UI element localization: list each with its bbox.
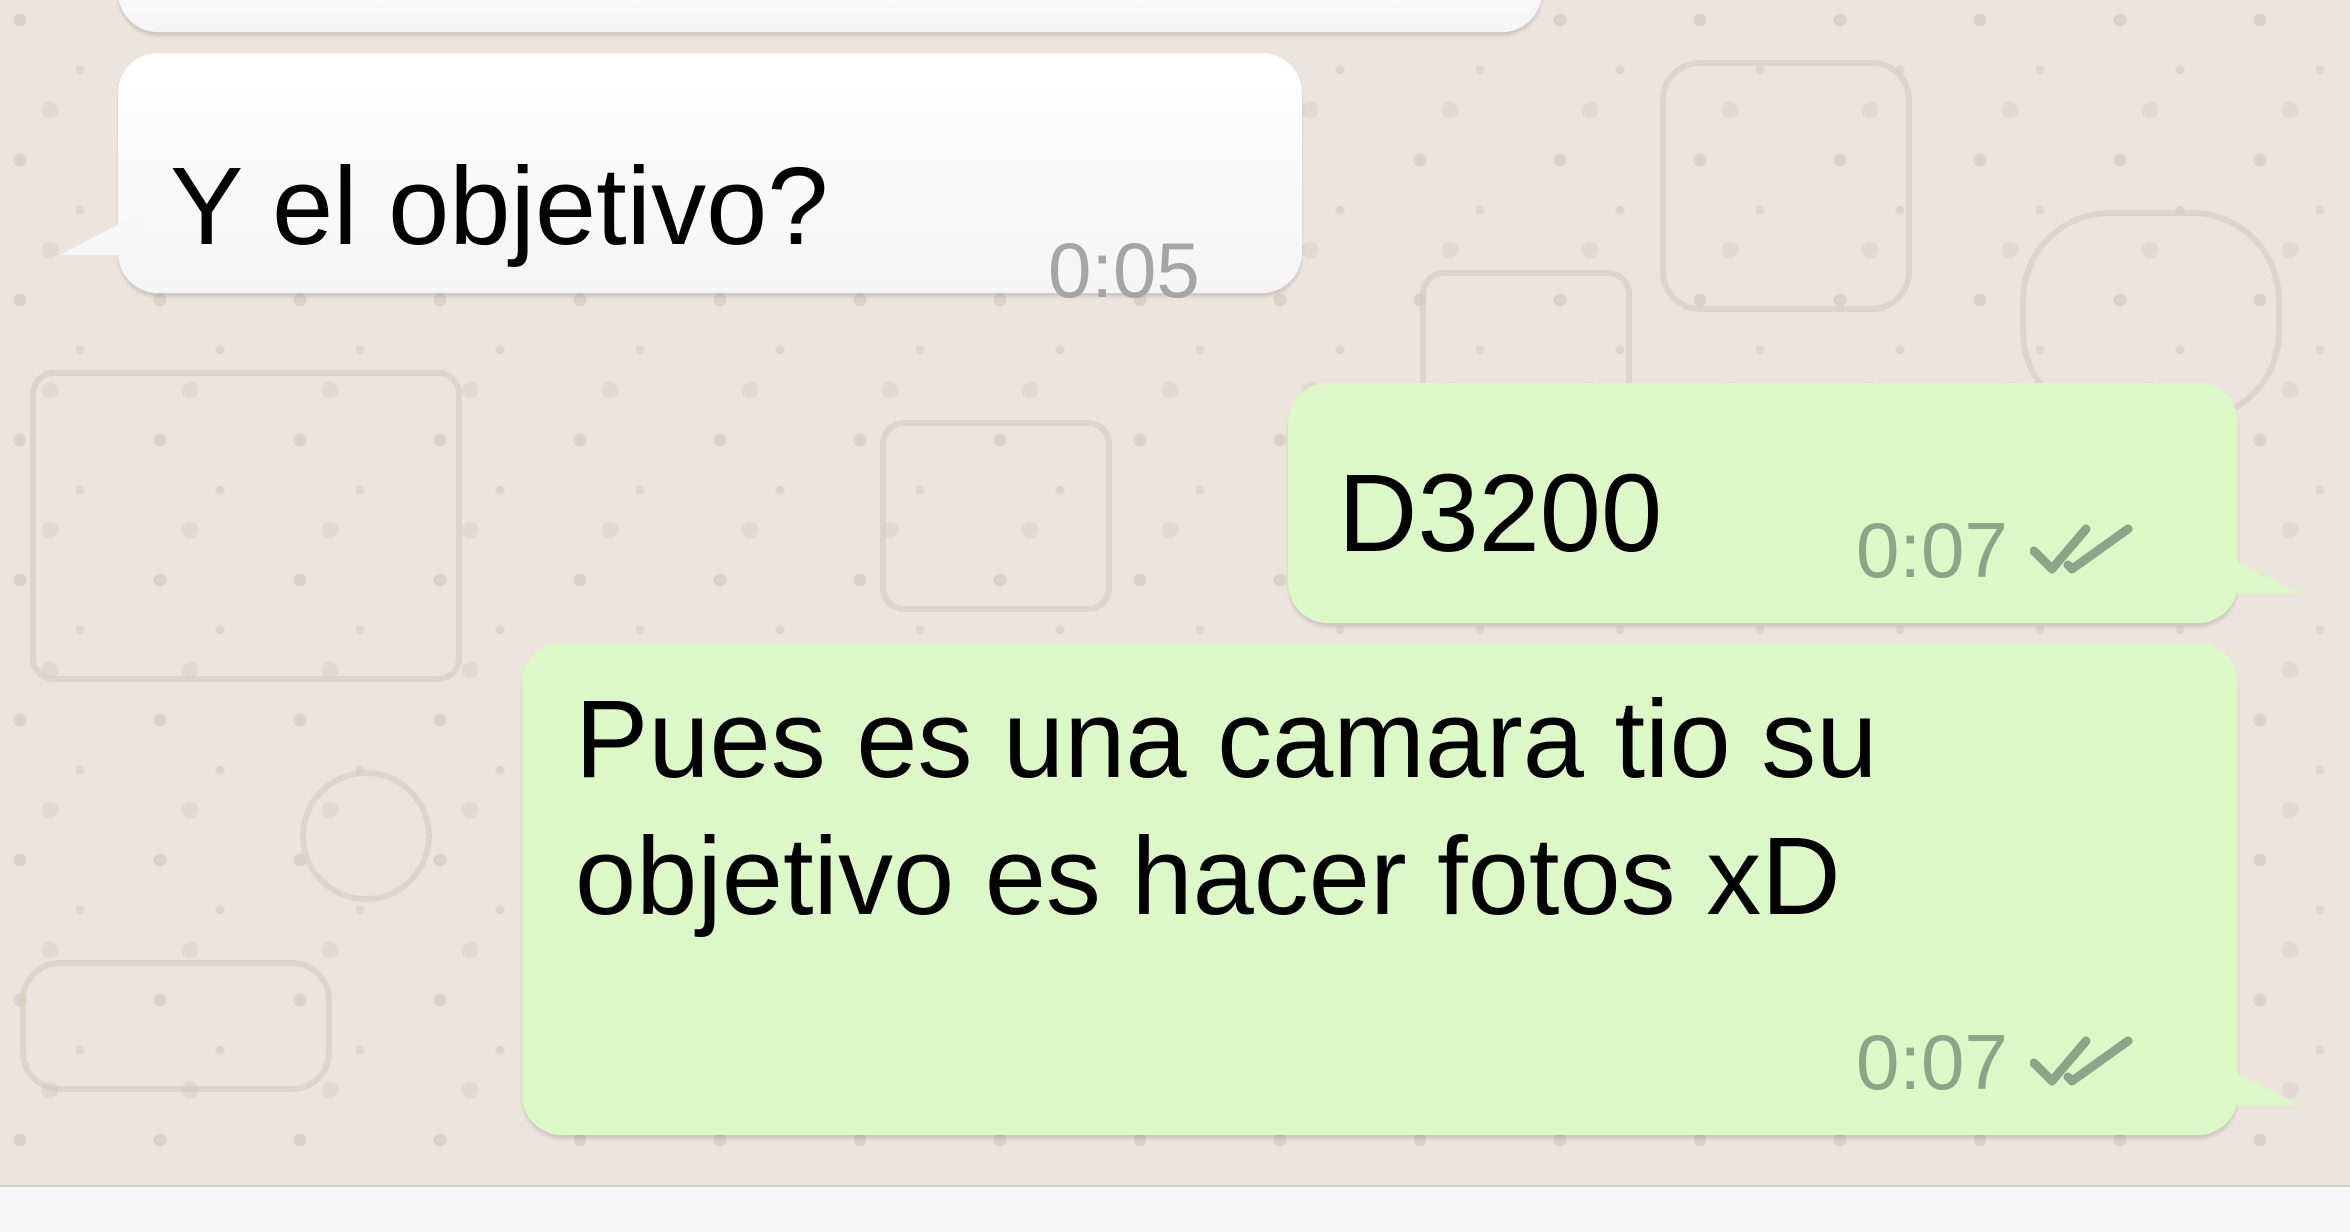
message-text: Y el objetivo? xyxy=(170,145,829,268)
message-meta: 0:07 xyxy=(1856,1023,2134,1101)
message-text-line-2: objetivo es hacer fotos xD xyxy=(575,815,1841,938)
message-meta: 0:07 xyxy=(1856,511,2134,589)
read-ticks-icon xyxy=(2029,524,2133,574)
speech-doodle xyxy=(20,960,332,1092)
incoming-message-bubble: Y el objetivo? 0:05 xyxy=(60,53,1302,309)
message-time: 0:05 xyxy=(1048,226,1200,314)
read-ticks-icon xyxy=(2029,1036,2133,1086)
outgoing-message-bubble: Pues es una camara tio su objetivo es ha… xyxy=(522,643,2298,1135)
message-text-line-1: Pues es una camara tio su xyxy=(575,678,1878,801)
phone-doodle xyxy=(1660,60,1912,312)
ring-doodle xyxy=(300,770,432,902)
outgoing-bubble-tail xyxy=(2216,1063,2298,1105)
message-text: D3200 xyxy=(1338,452,1663,575)
incoming-bubble-tail xyxy=(60,213,140,255)
message-time: 0:07 xyxy=(1856,1018,2008,1106)
message-time: 0:07 xyxy=(1856,506,2008,594)
message-meta: 0:05 xyxy=(1048,231,1200,309)
outgoing-bubble-tail xyxy=(2216,551,2298,593)
outgoing-message-bubble: D3200 0:07 xyxy=(1288,383,2298,623)
card-doodle xyxy=(880,420,1112,612)
previous-incoming-bubble xyxy=(118,0,1542,32)
laptop-doodle xyxy=(30,370,462,682)
message-input-bar[interactable] xyxy=(0,1185,2350,1232)
